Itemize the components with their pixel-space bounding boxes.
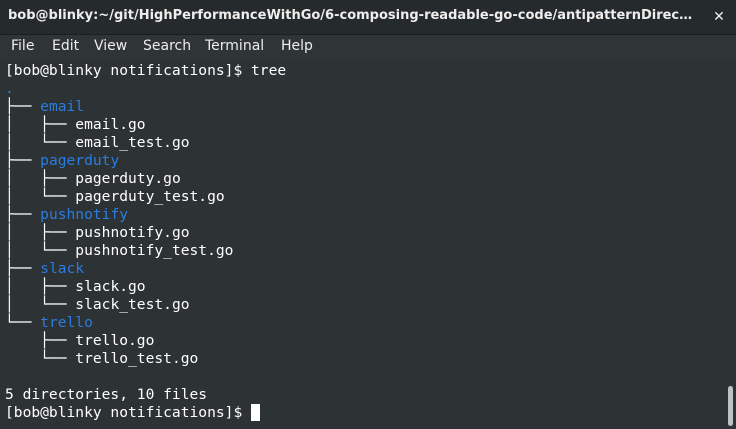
tree-prefix: │ └──: [5, 242, 76, 259]
tree-dir-name: pagerduty: [40, 152, 120, 169]
tree-line: │ └── pagerduty_test.go: [5, 188, 225, 206]
tree-line: ├── pagerduty: [5, 152, 119, 170]
close-button[interactable]: ✕: [706, 4, 732, 30]
tree-line: └── trello: [5, 314, 93, 332]
tree-file-name: slack.go: [75, 278, 146, 295]
tree-line: ├── email: [5, 98, 84, 116]
tree-line: │ └── slack_test.go: [5, 296, 190, 314]
tree-file-name: email_test.go: [75, 134, 190, 151]
tree-prefix: │ └──: [5, 188, 76, 205]
tree-prefix: ├──: [5, 98, 41, 115]
tree-dir-name: .: [5, 80, 14, 97]
tree-file-name: pagerduty.go: [75, 170, 181, 187]
tree-line: │ ├── pagerduty.go: [5, 170, 181, 188]
tree-prefix: └──: [5, 350, 76, 367]
tree-dir-name: slack: [40, 260, 85, 277]
tree-line: └── trello_test.go: [5, 350, 198, 368]
tree-prefix: │ ├──: [5, 170, 76, 187]
scrollbar[interactable]: [724, 60, 736, 429]
tree-prefix: │ ├──: [5, 116, 76, 133]
tree-prefix: ├──: [5, 260, 41, 277]
tree-line: │ └── email_test.go: [5, 134, 190, 152]
tree-line: .: [5, 80, 14, 98]
tree-file-name: slack_test.go: [75, 296, 190, 313]
tree-prefix: │ └──: [5, 296, 76, 313]
tree-file-name: trello.go: [75, 332, 155, 349]
tree-prefix: ├──: [5, 332, 76, 349]
menu-terminal[interactable]: Terminal: [205, 38, 264, 54]
tree-dir-name: email: [40, 98, 85, 115]
menu-view[interactable]: View: [94, 38, 127, 54]
tree-prefix: │ ├──: [5, 278, 76, 295]
command-text: tree: [251, 62, 287, 79]
tree-line: │ └── pushnotify_test.go: [5, 242, 233, 260]
tree-prefix: └──: [5, 314, 41, 331]
tree-file-name: pagerduty_test.go: [75, 188, 225, 205]
tree-prefix: ├──: [5, 152, 41, 169]
tree-line: ├── pushnotify: [5, 206, 128, 224]
tree-line: │ ├── pushnotify.go: [5, 224, 190, 242]
window-title: bob@blinky:~/git/HighPerformanceWithGo/6…: [8, 8, 696, 23]
menu-bar: File Edit View Search Terminal Help: [0, 35, 736, 59]
tree-prefix: ├──: [5, 206, 41, 223]
menu-file[interactable]: File: [11, 38, 34, 54]
tree-line: ├── trello.go: [5, 332, 154, 350]
title-bar[interactable]: bob@blinky:~/git/HighPerformanceWithGo/6…: [0, 0, 736, 35]
terminal-output[interactable]: [bob@blinky notifications]$ tree . ├── e…: [0, 60, 724, 429]
tree-prefix: │ ├──: [5, 224, 76, 241]
command-line: [bob@blinky notifications]$ tree: [5, 62, 286, 80]
summary-line: 5 directories, 10 files: [5, 386, 208, 403]
prompt: [bob@blinky notifications]$: [5, 404, 252, 421]
tree-line: │ ├── slack.go: [5, 278, 146, 296]
prompt: [bob@blinky notifications]$: [5, 62, 252, 79]
menu-edit[interactable]: Edit: [52, 38, 79, 54]
tree-file-name: email.go: [75, 116, 146, 133]
tree-prefix: │ └──: [5, 134, 76, 151]
tree-line: │ ├── email.go: [5, 116, 146, 134]
terminal-window: bob@blinky:~/git/HighPerformanceWithGo/6…: [0, 0, 736, 429]
menu-search[interactable]: Search: [143, 38, 191, 54]
menu-help[interactable]: Help: [281, 38, 313, 54]
tree-dir-name: pushnotify: [40, 206, 129, 223]
tree-file-name: trello_test.go: [75, 350, 199, 367]
tree-file-name: pushnotify_test.go: [75, 242, 234, 259]
scrollbar-thumb[interactable]: [728, 386, 733, 426]
text-cursor: [251, 404, 261, 421]
tree-file-name: pushnotify.go: [75, 224, 190, 241]
tree-line: ├── slack: [5, 260, 84, 278]
active-prompt-line[interactable]: [bob@blinky notifications]$: [5, 404, 261, 422]
tree-dir-name: trello: [40, 314, 93, 331]
